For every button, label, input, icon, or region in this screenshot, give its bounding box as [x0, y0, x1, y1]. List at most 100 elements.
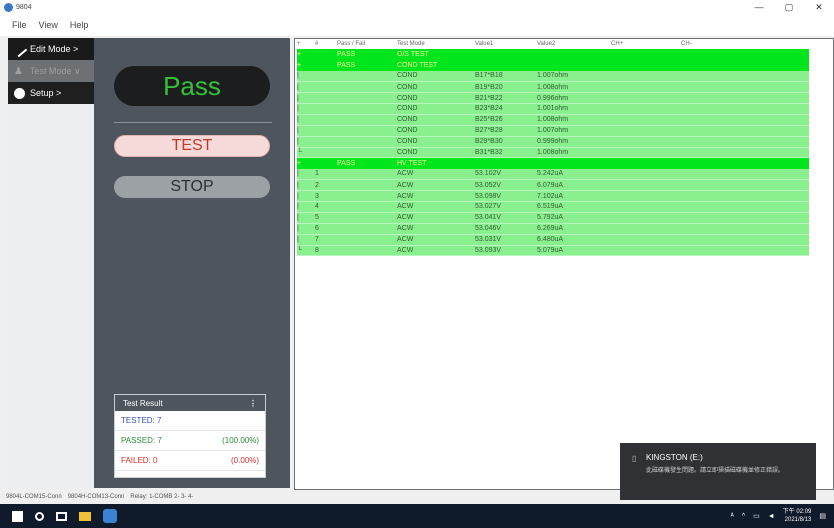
menu-file[interactable]: File — [12, 20, 27, 30]
menu-bar: File View Help — [0, 14, 834, 36]
toast-notification[interactable]: ▯ KINGSTON (E:) 此磁碟機發生問題。請立即掃描磁碟機並修正錯誤。 — [620, 443, 816, 500]
row-pass-fail — [337, 190, 397, 202]
table-row[interactable]: | COND B21*B22 0.996ohm — [297, 92, 809, 104]
passed-row: PASSED: 7 (100.00%) — [115, 431, 265, 451]
stop-button[interactable]: STOP — [114, 176, 270, 198]
col-ch-plus[interactable]: CH+ — [611, 39, 681, 49]
row-test-mode: ACW — [397, 212, 475, 224]
cell-ch-plus — [611, 223, 681, 235]
nav-edit-mode-label: Edit Mode > — [30, 44, 79, 54]
col-pass-fail[interactable]: Pass / Fail — [337, 39, 397, 49]
col-test-mode[interactable]: Test Mode — [397, 39, 475, 49]
table-group-row[interactable]: + PASS HV TEST — [297, 157, 809, 169]
col-ch-minus[interactable]: CH- — [681, 39, 809, 49]
row-value1: B19*B20 — [475, 81, 537, 94]
cell-ch-minus — [681, 92, 809, 104]
table-row[interactable]: └ 8 ACW 53.093V 5.079uA — [297, 245, 809, 257]
cell-ch-minus — [681, 81, 809, 94]
table-row[interactable]: | 2 ACW 53.052V 6.079uA — [297, 179, 809, 192]
table-row[interactable]: | 6 ACW 53.046V 6.269uA — [297, 223, 809, 235]
table-group-row[interactable]: + PASS O/S TEST — [297, 49, 809, 60]
notification-icon[interactable]: ▤ — [819, 512, 826, 520]
tray-volume-icon[interactable]: ◄ — [768, 513, 775, 520]
menu-view[interactable]: View — [39, 20, 58, 30]
search-icon[interactable] — [35, 511, 44, 521]
tested-value: 7 — [157, 416, 162, 425]
row-index — [315, 136, 337, 148]
tree-marker: + — [297, 49, 315, 60]
tray-network-icon[interactable]: ▭ — [753, 512, 760, 520]
row-pass-fail — [337, 223, 397, 235]
col-value2[interactable]: Value2 — [537, 39, 611, 49]
table-row[interactable]: | COND B27*B28 1.007ohm — [297, 125, 809, 137]
status-relay: Relay: 1-COMB 2- 3- 4- — [130, 494, 194, 500]
cell-ch-minus — [681, 70, 809, 83]
row-index: 8 — [315, 245, 337, 257]
passed-percent: (100.00%) — [222, 436, 259, 445]
row-index — [315, 81, 337, 94]
windows-start-icon[interactable] — [12, 510, 23, 522]
table-header-row: + # Pass / Fail Test Mode Value1 Value2 … — [297, 39, 809, 49]
col-index[interactable]: # — [315, 39, 337, 49]
row-value1: B23*B24 — [475, 103, 537, 115]
minimize-button[interactable]: — — [744, 2, 774, 13]
test-button[interactable]: TEST — [114, 135, 270, 157]
gear-icon — [14, 87, 25, 99]
tray-people-icon[interactable]: ᴬ — [731, 513, 734, 520]
table-row[interactable]: | 1 ACW 53.102V 5.242uA — [297, 168, 809, 181]
maximize-button[interactable]: ▢ — [774, 2, 804, 13]
row-value2: 0.996ohm — [537, 92, 611, 104]
cell-ch-minus — [681, 201, 809, 213]
clock[interactable]: 下午 02:09 2021/8/13 — [783, 508, 812, 524]
table-row[interactable]: | COND B29*B30 0.999ohm — [297, 136, 809, 148]
app-taskbar-icon[interactable] — [103, 509, 117, 523]
row-value1: 53.027V — [475, 201, 537, 213]
table-row[interactable]: | 4 ACW 53.027V 6.519uA — [297, 201, 809, 213]
nav-edit-mode[interactable]: Edit Mode > — [8, 38, 94, 60]
file-explorer-icon[interactable] — [79, 511, 91, 521]
toast-title: KINGSTON (E:) — [646, 453, 703, 462]
cell-ch-plus — [611, 234, 681, 246]
table-row[interactable]: | 5 ACW 53.041V 5.792uA — [297, 212, 809, 224]
more-options-icon[interactable]: ⋮ — [249, 399, 257, 408]
test-result-box: Test Result ⋮ TESTED: 7 PASSED: 7 (100.0… — [114, 394, 266, 478]
row-pass-fail: PASS — [337, 157, 397, 169]
row-value1: 53.041V — [475, 212, 537, 224]
tree-marker: | — [297, 70, 315, 83]
table-body: + PASS O/S TEST + PASS COND TEST | COND B17*B18 1… — [297, 49, 809, 257]
menu-help[interactable]: Help — [70, 20, 89, 30]
col-value1[interactable]: Value1 — [475, 39, 537, 49]
col-expand[interactable]: + — [297, 39, 315, 49]
tree-marker: + — [297, 59, 315, 71]
tested-label: TESTED: — [121, 416, 155, 425]
row-index — [315, 92, 337, 104]
tree-marker: | — [297, 136, 315, 148]
table-row[interactable]: └ COND B31*B32 1.008ohm — [297, 147, 809, 159]
close-button[interactable]: ✕ — [804, 2, 834, 13]
divider — [114, 122, 272, 123]
toast-body: 此磁碟機發生問題。請立即掃描磁碟機並修正錯誤。 — [646, 468, 785, 474]
row-value2: 0.999ohm — [537, 136, 611, 148]
cell-ch-plus — [611, 168, 681, 181]
table-row[interactable]: | 7 ACW 53.031V 6.480uA — [297, 234, 809, 246]
nav-setup[interactable]: Setup > — [8, 82, 94, 104]
cell-ch-minus — [681, 168, 809, 181]
row-test-mode: COND — [397, 81, 475, 94]
task-view-icon[interactable] — [56, 511, 67, 521]
tray-chevron-icon[interactable]: ^ — [742, 513, 745, 520]
table-row[interactable]: | COND B23*B24 1.001ohm — [297, 103, 809, 115]
table-row[interactable]: | 3 ACW 53.098V 7.102uA — [297, 190, 809, 202]
table-row[interactable]: | COND B19*B20 1.008ohm — [297, 81, 809, 94]
pencil-icon — [11, 41, 28, 57]
row-pass-fail — [337, 136, 397, 148]
table-row[interactable]: | COND B25*B26 1.008ohm — [297, 114, 809, 126]
results-table: + # Pass / Fail Test Mode Value1 Value2 … — [297, 39, 809, 257]
row-value2 — [537, 157, 611, 169]
row-value2 — [537, 59, 611, 71]
nav-test-mode[interactable]: ♟ Test Mode ∨ — [8, 60, 94, 82]
row-index — [315, 70, 337, 83]
table-row[interactable]: | COND B17*B18 1.007ohm — [297, 70, 809, 83]
table-group-row[interactable]: + PASS COND TEST — [297, 59, 809, 71]
tree-marker: | — [297, 125, 315, 137]
passed-value: 7 — [157, 436, 162, 445]
